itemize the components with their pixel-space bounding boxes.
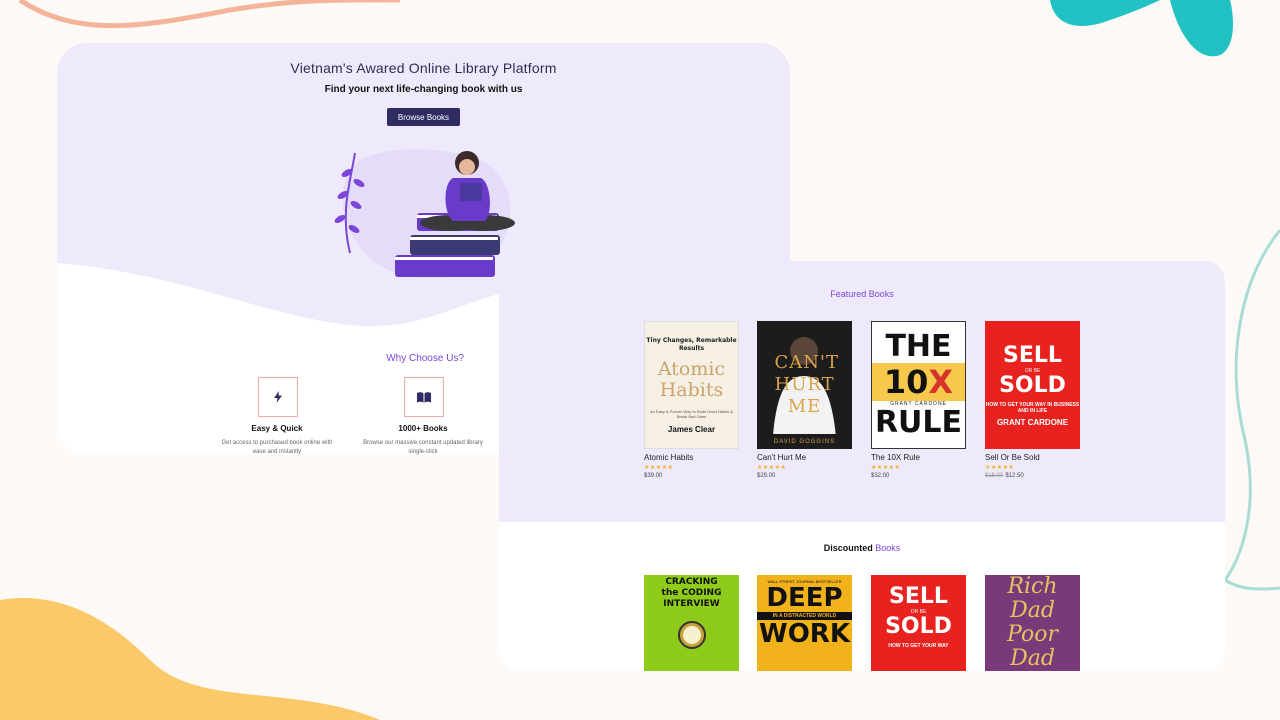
background-line-right bbox=[1222, 229, 1280, 591]
book-price: $15.00 $12.50 bbox=[985, 473, 1080, 479]
book-cover[interactable]: Rich Dad Poor Dad bbox=[985, 575, 1080, 671]
discounted-book-sell-or-be-sold[interactable]: SELL OR BE SOLD HOW TO GET YOUR WAY bbox=[871, 575, 966, 671]
discounted-book-deep-work[interactable]: WALL STREET JOURNAL BESTSELLER DEEP IN A… bbox=[757, 575, 852, 671]
cover-top: DEEP bbox=[766, 583, 843, 613]
book-price: $32.00 bbox=[871, 473, 966, 479]
cover-bottom: WORK bbox=[759, 619, 850, 649]
feature-easy-title: Easy & Quick bbox=[251, 424, 303, 433]
book-price: $29.00 bbox=[757, 473, 852, 479]
book-cover[interactable]: SELL OR BE SOLD HOW TO GET YOUR WAY bbox=[871, 575, 966, 671]
book-title[interactable]: The 10X Rule bbox=[871, 453, 966, 462]
book-card-sell-or-be-sold[interactable]: SELL OR BE SOLD HOW TO GET YOUR WAY IN B… bbox=[985, 321, 1080, 479]
book-cover[interactable]: Tiny Changes, Remarkable Results Atomic … bbox=[644, 321, 739, 449]
background-blob-top-right bbox=[1050, 0, 1233, 57]
current-price: $29.00 bbox=[757, 473, 776, 479]
book-card-10x-rule[interactable]: THE 10X GRANT CARDONE RULE The 10X Rule … bbox=[871, 321, 966, 479]
book-title[interactable]: Sell Or Be Sold bbox=[985, 453, 1080, 462]
rating-stars: ★★★★★ bbox=[871, 465, 901, 471]
cover-number: 10X bbox=[872, 363, 965, 401]
current-price: $12.50 bbox=[1005, 473, 1024, 479]
cover-author: DAVID GOGGINS bbox=[773, 439, 836, 445]
cover-author: James Clear bbox=[667, 424, 716, 434]
discounted-title-accent: Books bbox=[875, 543, 901, 553]
feature-easy-icon-box bbox=[258, 377, 298, 417]
feature-books-title: 1000+ Books bbox=[398, 424, 448, 433]
hero-title: Vietnam's Awared Online Library Platform bbox=[290, 60, 557, 76]
book-cover[interactable]: SELL OR BE SOLD HOW TO GET YOUR WAY IN B… bbox=[985, 321, 1080, 449]
discounted-book-cracking-coding[interactable]: CRACKING the CODING INTERVIEW bbox=[644, 575, 739, 671]
original-price: $15.00 bbox=[985, 473, 1004, 479]
book-cover[interactable]: CRACKING the CODING INTERVIEW bbox=[644, 575, 739, 671]
discounted-book-rich-dad[interactable]: Rich Dad Poor Dad bbox=[985, 575, 1080, 671]
current-price: $32.00 bbox=[871, 473, 890, 479]
rating-stars: ★★★★★ bbox=[757, 465, 787, 471]
cover-title: Atomic Habits bbox=[657, 357, 726, 401]
book-cover[interactable]: CAN'T HURT ME DAVID GOGGINS bbox=[757, 321, 852, 449]
cover-author: GRANT CARDONE bbox=[996, 417, 1069, 427]
lightning-icon bbox=[274, 391, 282, 403]
cover-subtitle: An Easy & Proven Way to Build Good Habit… bbox=[649, 408, 733, 419]
discounted-title-word: Discounted bbox=[823, 543, 873, 553]
book-card-cant-hurt-me[interactable]: CAN'T HURT ME DAVID GOGGINS Can't Hurt M… bbox=[757, 321, 852, 479]
book-price: $39.00 bbox=[644, 473, 739, 479]
feature-books-desc: Browse our massive constant updated libr… bbox=[363, 440, 483, 455]
cover-x: X bbox=[928, 363, 954, 401]
reading-girl-illustration bbox=[334, 149, 515, 278]
cover-bottom: RULE bbox=[874, 405, 963, 440]
book-cover[interactable]: THE 10X GRANT CARDONE RULE bbox=[871, 321, 966, 449]
cover-title: SOLD bbox=[999, 372, 1066, 398]
book-title[interactable]: Atomic Habits bbox=[644, 453, 739, 462]
cover-title: Rich Dad Poor Dad bbox=[1007, 575, 1058, 671]
discounted-books-title: Discounted Books bbox=[499, 543, 1225, 553]
cover-subtitle: HOW TO GET YOUR WAY bbox=[888, 643, 949, 649]
cover-top: SELL bbox=[889, 584, 948, 609]
cover-top: THE bbox=[885, 329, 952, 364]
book-title[interactable]: Can't Hurt Me bbox=[757, 453, 852, 462]
rating-stars: ★★★★★ bbox=[985, 465, 1015, 471]
featured-section-background bbox=[499, 261, 1225, 522]
feature-easy-desc: Get access to purchased book online with… bbox=[221, 440, 333, 455]
cover-subtitle: HOW TO GET YOUR WAY IN BUSINESS AND IN L… bbox=[985, 401, 1080, 414]
feature-books-icon-box bbox=[404, 377, 444, 417]
book-card-atomic-habits[interactable]: Tiny Changes, Remarkable Results Atomic … bbox=[644, 321, 739, 479]
current-price: $39.00 bbox=[644, 473, 663, 479]
cover-number-text: 10 bbox=[883, 363, 929, 401]
cover-clock-image bbox=[677, 620, 706, 649]
books-card: Featured Books Tiny Changes, Remarkable … bbox=[499, 261, 1225, 671]
book-cover[interactable]: WALL STREET JOURNAL BESTSELLER DEEP IN A… bbox=[757, 575, 852, 671]
cover-title: CAN'T HURT ME bbox=[774, 352, 839, 417]
rating-stars: ★★★★★ bbox=[644, 465, 674, 471]
browse-books-button[interactable]: Browse Books bbox=[387, 108, 460, 126]
cover-tagline: Tiny Changes, Remarkable Results bbox=[646, 336, 737, 352]
cover-title: SOLD bbox=[885, 614, 952, 639]
cover-title: CRACKING the CODING INTERVIEW bbox=[661, 576, 722, 609]
background-blob-top-left bbox=[18, 0, 400, 29]
book-icon bbox=[417, 391, 431, 403]
background-blob-bottom-left bbox=[0, 598, 380, 720]
hero-subtitle: Find your next life-changing book with u… bbox=[324, 84, 523, 95]
why-choose-us-title: Why Choose Us? bbox=[386, 353, 464, 364]
cover-top: SELL bbox=[1003, 342, 1062, 368]
featured-books-title: Featured Books bbox=[830, 289, 894, 299]
